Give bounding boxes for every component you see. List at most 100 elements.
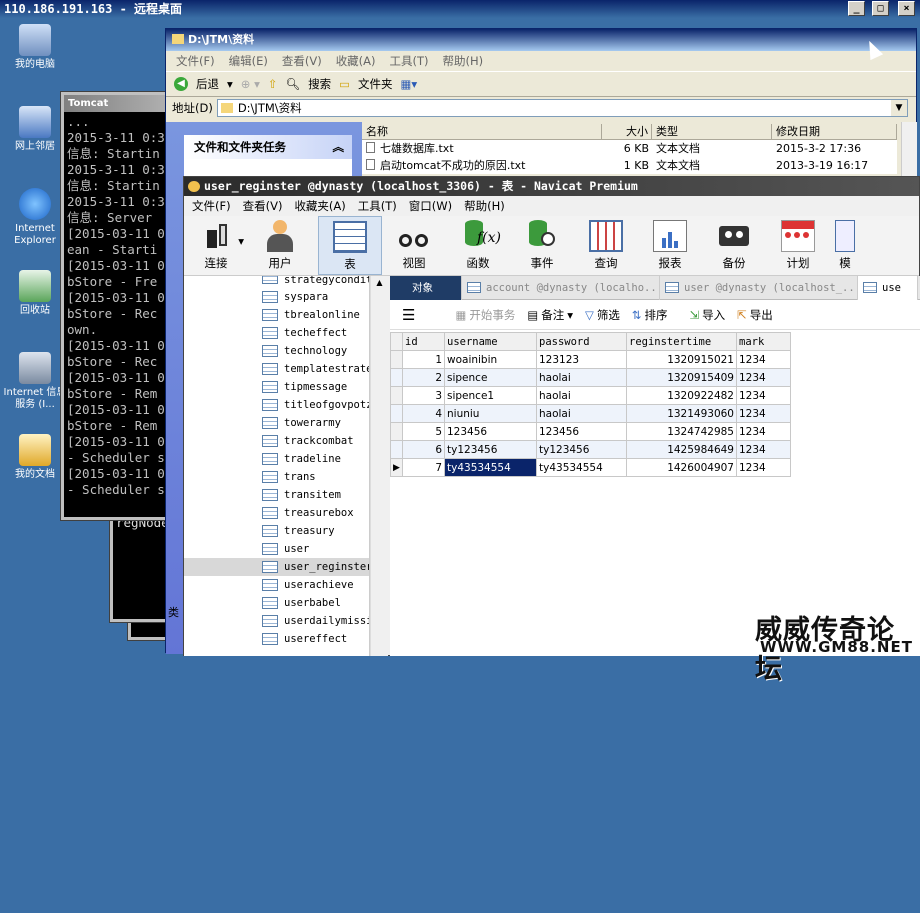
row-header[interactable] xyxy=(390,386,403,405)
cell-reginstertime[interactable]: 1320915409 xyxy=(626,368,737,387)
menu-file[interactable]: 文件(F) xyxy=(192,196,231,216)
cell-id[interactable]: 4 xyxy=(402,404,445,423)
backup-button[interactable]: 备份 xyxy=(702,216,766,275)
function-button[interactable]: f(x) 函数 xyxy=(446,216,510,275)
search-button[interactable]: 搜索 xyxy=(308,76,331,92)
col-size[interactable]: 大小 xyxy=(602,124,652,139)
tree-item-table[interactable]: trackcombat xyxy=(184,432,369,450)
cell-reginstertime[interactable]: 1320922482 xyxy=(626,386,737,405)
cell-id[interactable]: 5 xyxy=(402,422,445,441)
table-row[interactable]: 2 sipence haolai 1320915409 1234 xyxy=(390,368,791,387)
tree-scrollbar[interactable]: ▲ xyxy=(370,276,388,656)
cell-username[interactable]: woainibin xyxy=(444,350,537,369)
menu-file[interactable]: 文件(F) xyxy=(176,51,215,71)
menu-view[interactable]: 查看(V) xyxy=(282,51,322,71)
cell-password[interactable]: 123456 xyxy=(536,422,627,441)
cell-mark[interactable]: 1234 xyxy=(736,386,791,405)
cell-id[interactable]: 3 xyxy=(402,386,445,405)
tab-user[interactable]: user @dynasty (localhost_... xyxy=(660,276,858,300)
menu-icon[interactable]: ☰ xyxy=(398,304,419,326)
tree-item-table[interactable]: titleofgovpotz xyxy=(184,396,369,414)
tab-account[interactable]: account @dynasty (localho... xyxy=(462,276,660,300)
cell-reginstertime[interactable]: 1324742985 xyxy=(626,422,737,441)
tree-item-table[interactable]: tbrealonline xyxy=(184,306,369,324)
cell-id[interactable]: 7 xyxy=(402,458,445,477)
tree-item-table[interactable]: transitem xyxy=(184,486,369,504)
task-pane-header[interactable]: 文件和文件夹任务 ︽ xyxy=(184,135,352,159)
cell-password[interactable]: ty43534554 xyxy=(536,458,627,477)
export-button[interactable]: ⇱ 导出 xyxy=(733,304,777,326)
cell-reginstertime[interactable]: 1320915021 xyxy=(626,350,737,369)
tree-item-table[interactable]: userachieve xyxy=(184,576,369,594)
desktop-icon-my-documents[interactable]: 我的文档 xyxy=(0,434,70,481)
tree-item-table[interactable]: syspara xyxy=(184,288,369,306)
cell-username[interactable]: 123456 xyxy=(444,422,537,441)
tree-item-table[interactable]: technology xyxy=(184,342,369,360)
current-row-arrow-icon[interactable]: ▶ xyxy=(390,458,403,477)
col-mark[interactable]: mark xyxy=(736,332,791,351)
cell-password[interactable]: haolai xyxy=(536,386,627,405)
col-reginstertime[interactable]: reginstertime xyxy=(626,332,737,351)
tree-item-table[interactable]: strategycondit xyxy=(184,276,369,288)
table-row[interactable]: 4 niuniu haolai 1321493060 1234 xyxy=(390,404,791,423)
cell-id[interactable]: 1 xyxy=(402,350,445,369)
cell-password[interactable]: haolai xyxy=(536,404,627,423)
begin-transaction-button[interactable]: ▦ 开始事务 xyxy=(451,304,519,326)
cell-password[interactable]: 123123 xyxy=(536,350,627,369)
col-date[interactable]: 修改日期 xyxy=(772,124,897,139)
filter-button[interactable]: ▽ 筛选 xyxy=(581,304,624,326)
connect-button[interactable]: 连接 ▾ xyxy=(184,216,248,275)
desktop-icon-my-computer[interactable]: 我的电脑 xyxy=(0,24,70,71)
tree-item-table[interactable]: userbabel xyxy=(184,594,369,612)
cell-mark[interactable]: 1234 xyxy=(736,404,791,423)
back-button[interactable]: 后退 xyxy=(196,76,219,92)
table-row[interactable]: 1 woainibin 123123 1320915021 1234 xyxy=(390,350,791,369)
model-button[interactable]: 模 xyxy=(830,216,860,275)
menu-tools[interactable]: 工具(T) xyxy=(358,196,397,216)
cell-id[interactable]: 6 xyxy=(402,440,445,459)
forward-icon[interactable]: ⊕ ▾ xyxy=(241,77,260,91)
menu-edit[interactable]: 编辑(E) xyxy=(229,51,268,71)
cell-username-selected[interactable]: ty43534554 xyxy=(444,458,537,477)
query-button[interactable]: 查询 xyxy=(574,216,638,275)
view-button[interactable]: 视图 xyxy=(382,216,446,275)
col-password[interactable]: password xyxy=(536,332,627,351)
row-header[interactable] xyxy=(390,368,403,387)
col-name[interactable]: 名称 xyxy=(362,124,602,139)
chevron-down-icon[interactable]: ▼ xyxy=(891,100,907,116)
menu-tools[interactable]: 工具(T) xyxy=(390,51,429,71)
table-row[interactable]: 5 123456 123456 1324742985 1234 xyxy=(390,422,791,441)
table-row[interactable]: 6 ty123456 ty123456 1425984649 1234 xyxy=(390,440,791,459)
cmd-window-back[interactable]: regNode xyxy=(109,509,171,623)
up-folder-icon[interactable]: ⇧ xyxy=(268,77,278,91)
file-row[interactable]: 启动tomcat不成功的原因.txt 1 KB 文本文档 2013-3-19 1… xyxy=(362,157,897,174)
cell-password[interactable]: haolai xyxy=(536,368,627,387)
import-button[interactable]: ⇲ 导入 xyxy=(685,304,729,326)
tree-item-table[interactable]: user xyxy=(184,540,369,558)
collapse-icon[interactable]: ︽ xyxy=(333,135,345,159)
desktop-icon-recycle-bin[interactable]: 回收站 xyxy=(0,270,70,317)
tree-item-table-selected[interactable]: user_reginster xyxy=(184,558,369,576)
tree-item-table[interactable]: towerarmy xyxy=(184,414,369,432)
menu-favorites[interactable]: 收藏(A) xyxy=(336,51,376,71)
tab-objects[interactable]: 对象 xyxy=(390,276,462,300)
col-id[interactable]: id xyxy=(402,332,445,351)
desktop-icon-network[interactable]: 网上邻居 xyxy=(0,106,70,153)
table-button[interactable]: 表 xyxy=(318,216,382,275)
desktop-icon-iis[interactable]: Internet 信息服务 (I... xyxy=(0,352,70,411)
cell-mark[interactable]: 1234 xyxy=(736,350,791,369)
scroll-up-icon[interactable]: ▲ xyxy=(371,276,388,290)
address-input[interactable]: D:\JTM\资料 ▼ xyxy=(216,99,908,117)
cell-mark[interactable]: 1234 xyxy=(736,440,791,459)
event-button[interactable]: 事件 xyxy=(510,216,574,275)
tree-item-table[interactable]: usereffect xyxy=(184,630,369,648)
tree-item-table[interactable]: treasurebox xyxy=(184,504,369,522)
tree-item-table[interactable]: tradeline xyxy=(184,450,369,468)
chevron-down-icon[interactable]: ▾ xyxy=(238,234,244,248)
row-header[interactable] xyxy=(390,422,403,441)
table-row[interactable]: 3 sipence1 haolai 1320922482 1234 xyxy=(390,386,791,405)
cell-username[interactable]: sipence xyxy=(444,368,537,387)
views-icon[interactable]: ▦▾ xyxy=(400,77,417,91)
menu-window[interactable]: 窗口(W) xyxy=(409,196,452,216)
cell-reginstertime[interactable]: 1425984649 xyxy=(626,440,737,459)
